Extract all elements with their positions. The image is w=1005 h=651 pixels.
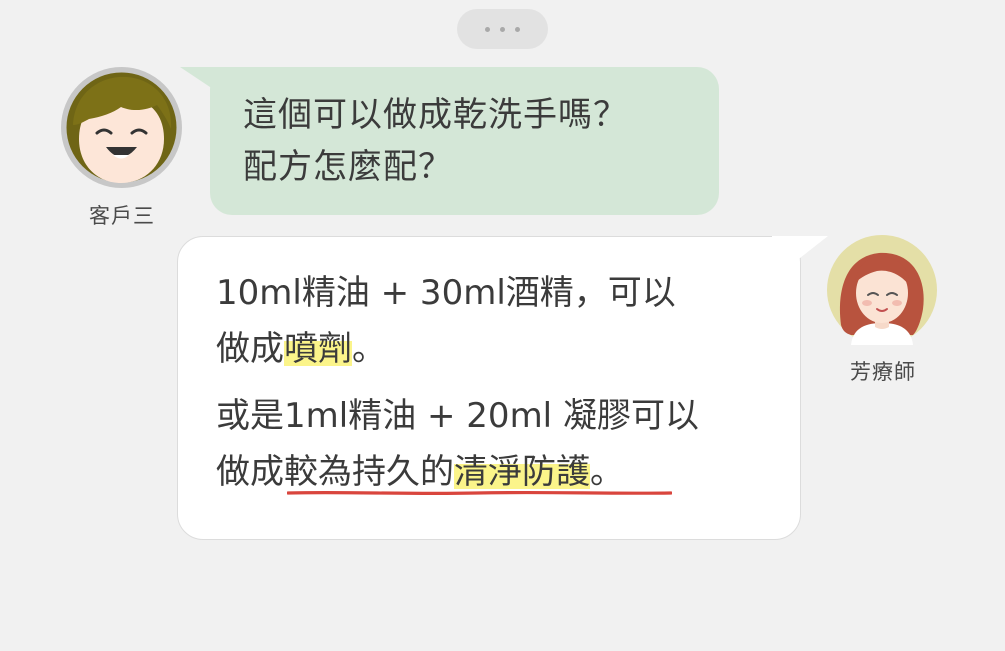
- customer-message-line: 這個可以做成乾洗手嗎？: [243, 95, 628, 135]
- therapist-message-line: 或是1ml精油 + 20ml 凝膠可以: [216, 396, 699, 436]
- customer-message-bubble: 這個可以做成乾洗手嗎？ 配方怎麼配？: [180, 67, 719, 215]
- text-segment: 做成較為持久的: [216, 452, 454, 492]
- typing-indicator-icon: [457, 9, 548, 49]
- therapist-paragraph: 或是1ml精油 + 20ml 凝膠可以 做成較為持久的清淨防護。: [216, 388, 699, 500]
- therapist-name: 芳療師: [850, 360, 916, 384]
- highlighted-text: 噴劑: [284, 329, 352, 369]
- typing-dot: [485, 27, 490, 32]
- typing-dot: [515, 27, 520, 32]
- highlighted-text: 清淨防護: [454, 452, 590, 492]
- red-underline: [287, 490, 672, 496]
- typing-dot: [500, 27, 505, 32]
- therapist-message-bubble: 10ml精油 + 30ml酒精，可以 做成噴劑。 或是1ml精油 + 20ml …: [177, 236, 828, 540]
- customer-message-text: 這個可以做成乾洗手嗎？ 配方怎麼配？: [243, 89, 628, 193]
- therapist-message-line: 做成噴劑。: [216, 321, 676, 377]
- therapist-avatar: [827, 235, 937, 345]
- bubble-tail: [772, 236, 828, 280]
- customer-name: 客戶三: [89, 204, 155, 228]
- customer-avatar: [61, 67, 182, 188]
- bubble-tail: [180, 67, 240, 107]
- text-segment: 做成: [216, 329, 284, 369]
- text-segment: 。: [352, 329, 386, 369]
- therapist-paragraph: 10ml精油 + 30ml酒精，可以 做成噴劑。: [216, 265, 676, 377]
- customer-message-line: 配方怎麼配？: [243, 147, 453, 187]
- therapist-message-line: 10ml精油 + 30ml酒精，可以: [216, 273, 676, 313]
- text-segment: 。: [590, 452, 624, 492]
